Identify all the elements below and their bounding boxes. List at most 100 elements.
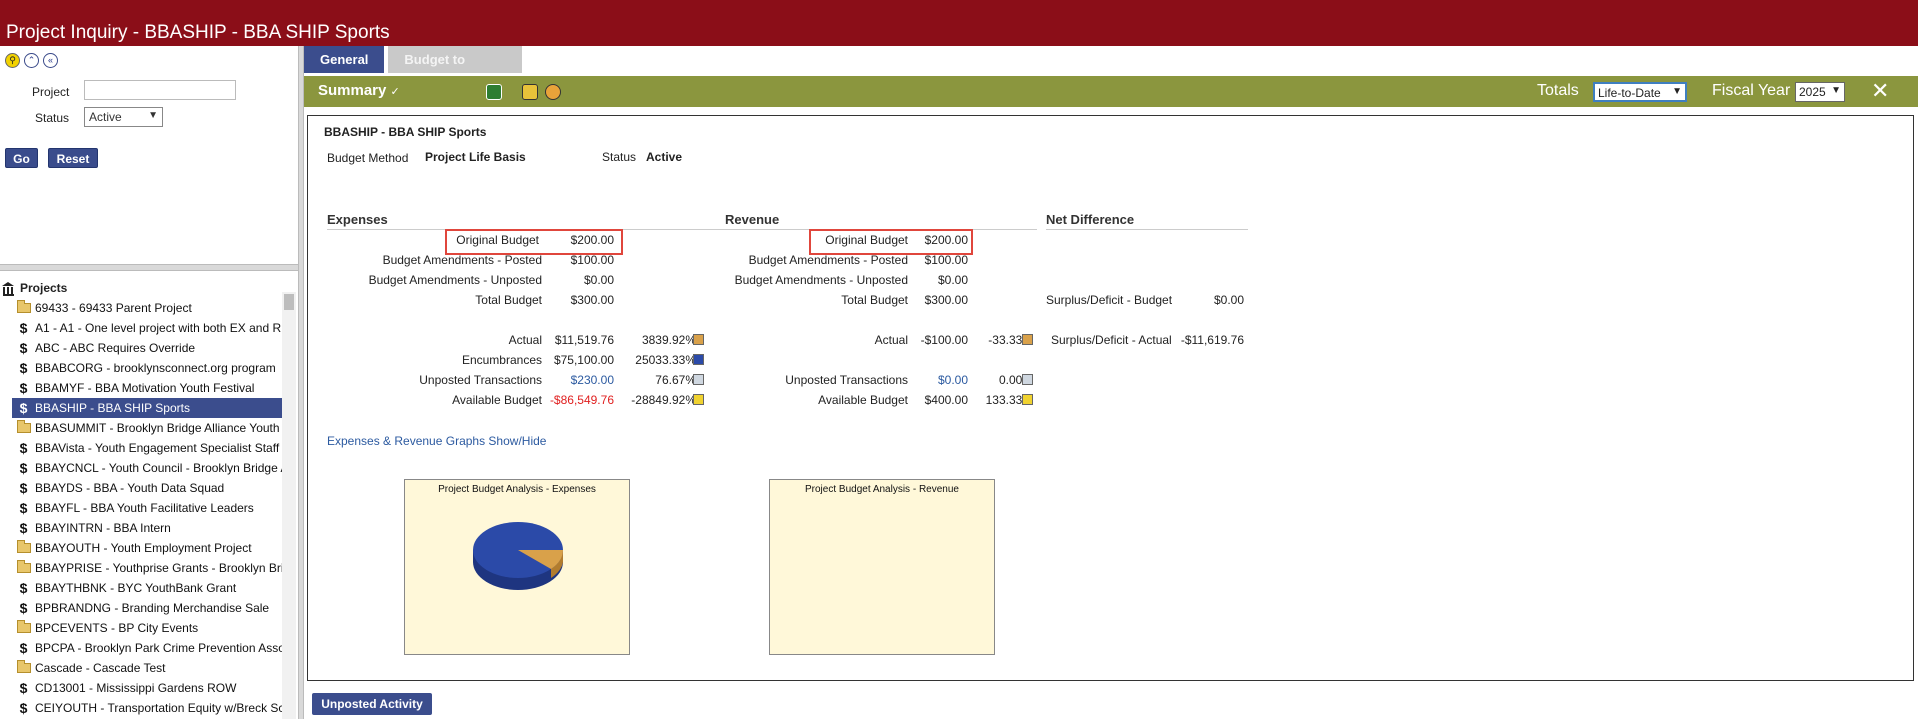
tree-item[interactable]: $ BPCPA - Brooklyn Park Crime Prevention …	[12, 638, 282, 658]
tree-item[interactable]: $ BBAYFL - BBA Youth Facilitative Leaders	[12, 498, 282, 518]
collapse-left-icon[interactable]: «	[43, 53, 58, 68]
tree-item[interactable]: $ BBASHIP - BBA SHIP Sports	[12, 398, 282, 418]
tree-item[interactable]: $ BBAYCNCL - Youth Council - Brooklyn Bri…	[12, 458, 282, 478]
tree-root-label: Projects	[20, 281, 68, 295]
dollar-icon: $	[19, 460, 28, 476]
title-bar: Project Inquiry - BBASHIP - BBA SHIP Spo…	[0, 0, 1918, 46]
graphs-toggle-link[interactable]: Expenses & Revenue Graphs Show/Hide	[327, 434, 546, 448]
tree-item[interactable]: Cascade - Cascade Test	[12, 658, 282, 678]
exp-total-label: Total Budget	[475, 293, 542, 307]
net-actual-value: -$11,619.76	[1180, 333, 1244, 347]
summary-toolbar: Summary ✓ Totals Life-to-Date ▼ Fiscal Y…	[304, 76, 1918, 107]
rev-total-label: Total Budget	[841, 293, 908, 307]
tree-item[interactable]: BPCEVENTS - BP City Events	[12, 618, 282, 638]
rev-ut-value[interactable]: $0.00	[898, 373, 968, 387]
encumbrance-swatch	[693, 354, 704, 365]
tree-item[interactable]: $ BBAYTHBNK - BYC YouthBank Grant	[12, 578, 282, 598]
budget-method-value: Project Life Basis	[425, 150, 526, 164]
rev-unposted-swatch	[1022, 374, 1033, 385]
tree-item[interactable]: $ BBAVista - Youth Engagement Specialist …	[12, 438, 282, 458]
exp-avail-value: -$86,549.76	[549, 393, 614, 407]
net-divider	[1046, 229, 1248, 230]
close-icon[interactable]: ✕	[1871, 78, 1889, 104]
folder-icon	[12, 300, 35, 313]
rev-ut-label: Unposted Transactions	[785, 373, 908, 387]
rev-posted-label: Budget Amendments - Posted	[748, 253, 908, 267]
tree-item-label: BBAYFL - BBA Youth Facilitative Leaders	[35, 501, 254, 515]
fiscal-year-select[interactable]: 2025 ▼	[1795, 82, 1845, 102]
tree-item[interactable]: $ BPBRANDNG - Branding Merchandise Sale	[12, 598, 282, 618]
tree-item[interactable]: BBAYOUTH - Youth Employment Project	[12, 538, 282, 558]
exp-ut-label: Unposted Transactions	[419, 373, 542, 387]
tree-root[interactable]: Projects	[2, 281, 68, 296]
rev-unposted-value: $0.00	[937, 273, 968, 287]
tree-item[interactable]: BBASUMMIT - Brooklyn Bridge Alliance You…	[12, 418, 282, 438]
tree-item[interactable]: BBAYPRISE - Youthprise Grants - Brooklyn…	[12, 558, 282, 578]
tree-item-label: BPBRANDNG - Branding Merchandise Sale	[35, 601, 270, 615]
tree-item-label: BBAYCNCL - Youth Council - Brooklyn Brid…	[35, 461, 282, 475]
horizontal-splitter[interactable]	[0, 264, 298, 271]
print-icon[interactable]	[545, 84, 561, 100]
tab-general[interactable]: General	[304, 46, 385, 73]
tree-scrollbar[interactable]	[282, 292, 296, 719]
rev-avail-value: $400.00	[924, 393, 968, 407]
dollar-icon: $	[19, 520, 28, 536]
project-input[interactable]	[84, 80, 236, 100]
tab-bar: General Budget to Actual	[304, 46, 526, 94]
chevron-down-icon: ▼	[1672, 86, 1682, 97]
tree-item-label: BBABCORG - brooklynsconnect.org program	[35, 361, 276, 375]
export-icon[interactable]	[486, 84, 502, 100]
summary-title[interactable]: Summary ✓	[318, 82, 400, 99]
totals-select[interactable]: Life-to-Date ▼	[1593, 82, 1687, 102]
tab-budget-to-actual[interactable]: Budget to Actual	[388, 46, 523, 94]
exp-posted-value: $100.00	[570, 253, 614, 267]
go-button[interactable]: Go	[5, 148, 38, 168]
tree-item[interactable]: $ ABC - ABC Requires Override	[12, 338, 282, 358]
tree-item-label: BPCPA - Brooklyn Park Crime Prevention A…	[35, 641, 282, 655]
collapse-up-icon[interactable]: ⌃	[24, 53, 39, 68]
checkmark-icon: ✓	[390, 86, 400, 98]
exp-enc-label: Encumbrances	[461, 353, 542, 367]
tree-item-label: BBAYTHBNK - BYC YouthBank Grant	[35, 581, 237, 595]
tree-item[interactable]: 69433 - 69433 Parent Project	[12, 298, 282, 318]
revenue-heading: Revenue	[725, 212, 780, 227]
tree-item-label: 69433 - 69433 Parent Project	[35, 301, 192, 315]
dollar-icon: $	[19, 400, 28, 416]
chevron-down-icon: ▼	[148, 110, 158, 121]
tree-item-label: CD13001 - Mississippi Gardens ROW	[35, 681, 237, 695]
tree-item[interactable]: $ CD13001 - Mississippi Gardens ROW	[12, 678, 282, 698]
exp-ut-value[interactable]: $230.00	[540, 373, 614, 387]
tree-item-label: BBAYINTRN - BBA Intern	[35, 521, 171, 535]
search-panel	[0, 46, 298, 266]
dollar-icon: $	[19, 600, 28, 616]
search-toolbar: ⚲ ⌃ «	[5, 53, 58, 68]
exp-enc-pct: 25033.33%	[635, 353, 696, 367]
tree-scrollbar-thumb[interactable]	[284, 294, 294, 310]
expenses-graph: Project Budget Analysis - Expenses	[404, 479, 630, 655]
status-select[interactable]: Active ▼	[84, 107, 163, 127]
net-budget-value: $0.00	[1213, 293, 1244, 307]
tree-item[interactable]: $ A1 - A1 - One level project with both E…	[12, 318, 282, 338]
report-icon[interactable]	[522, 84, 538, 100]
chevron-down-icon: ▼	[1831, 85, 1841, 96]
dollar-icon: $	[19, 700, 28, 716]
dollar-icon: $	[19, 440, 28, 456]
tree-item[interactable]: $ BBAYINTRN - BBA Intern	[12, 518, 282, 538]
rev-available-swatch	[1022, 394, 1033, 405]
tree-item[interactable]: $ CEIYOUTH - Transportation Equity w/Brec…	[12, 698, 282, 718]
reset-button[interactable]: Reset	[48, 148, 98, 168]
vertical-splitter[interactable]	[298, 46, 304, 719]
tree-item-label: BBAYDS - BBA - Youth Data Squad	[35, 481, 225, 495]
tree-item[interactable]: $ BBAMYF - BBA Motivation Youth Festival	[12, 378, 282, 398]
tree-item[interactable]: $ BBAYDS - BBA - Youth Data Squad	[12, 478, 282, 498]
status-label: Status	[35, 111, 70, 125]
rev-actual-label: Actual	[874, 333, 908, 347]
folder-icon	[12, 660, 35, 673]
tree-item[interactable]: $ BBABCORG - brooklynsconnect.org program	[12, 358, 282, 378]
status-label: Status	[602, 150, 637, 164]
unposted-activity-button[interactable]: Unposted Activity	[312, 693, 432, 715]
find-icon[interactable]: ⚲	[5, 53, 20, 68]
exp-avail-pct: -28849.92%	[631, 393, 696, 407]
dollar-icon: $	[19, 340, 28, 356]
tree-list: 69433 - 69433 Parent Project $ A1 - A1 - O…	[12, 298, 282, 718]
